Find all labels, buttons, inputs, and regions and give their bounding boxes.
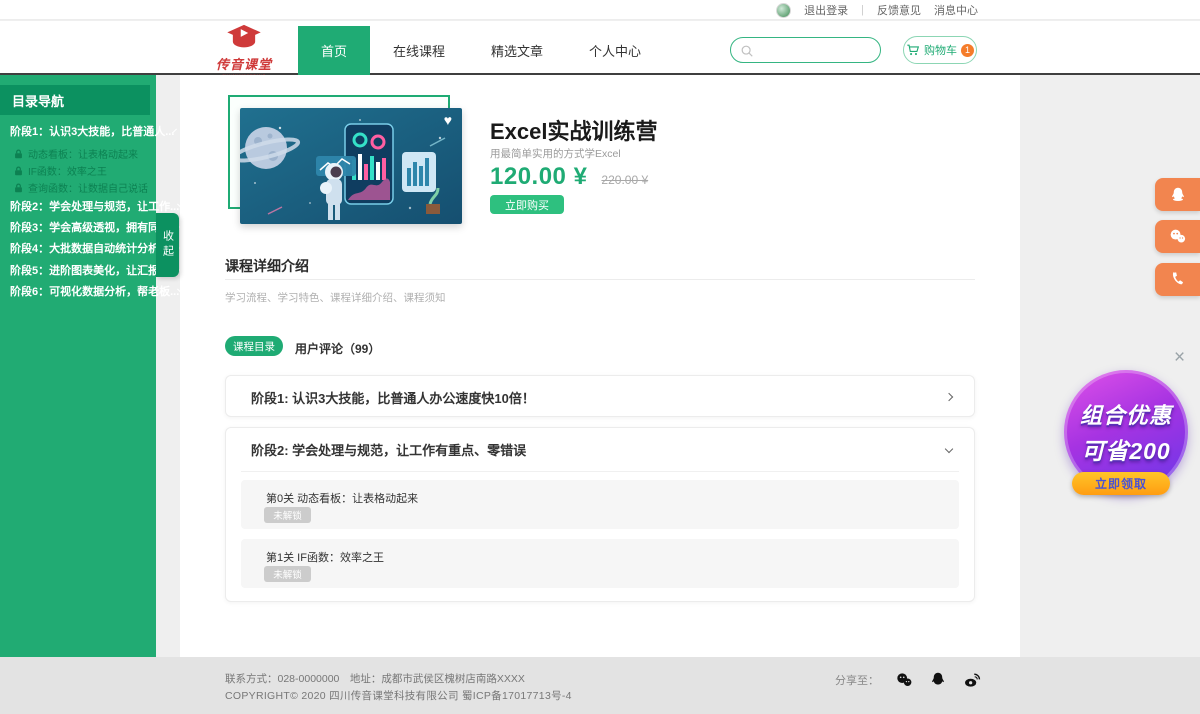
site-logo[interactable]: 传音课堂 CHUANYINKETANG bbox=[214, 24, 274, 78]
sidebar-lesson-2[interactable]: IF函数：效率之王 bbox=[14, 163, 150, 178]
sidebar-stage-3-label: 阶段3：学会高级透视，拥有同时... bbox=[10, 219, 179, 235]
accordion-divider bbox=[241, 471, 959, 472]
topbar-divider: | bbox=[861, 4, 864, 16]
sidebar-lesson-2-label: IF函数：效率之王 bbox=[28, 163, 107, 178]
nav-item-articles[interactable]: 精选文章 bbox=[468, 26, 566, 75]
sidebar-title: 目录导航 bbox=[0, 85, 150, 115]
qq-contact-button[interactable] bbox=[1155, 178, 1200, 211]
course-title: Excel实战训练营 bbox=[490, 114, 658, 146]
course-price: 120.00 ¥ bbox=[490, 163, 587, 191]
topbar: 退出登录 | 反馈意见 消息中心 bbox=[0, 0, 1200, 20]
favorite-heart-icon[interactable]: ♥ bbox=[444, 112, 452, 128]
share-weibo-icon[interactable] bbox=[962, 671, 982, 689]
nav-item-home[interactable]: 首页 bbox=[298, 26, 370, 75]
main-nav: 首页 在线课程 精选文章 个人中心 bbox=[298, 26, 664, 75]
cart-icon bbox=[906, 43, 920, 57]
feedback-link[interactable]: 反馈意见 bbox=[877, 2, 921, 18]
chevron-down-icon bbox=[945, 445, 953, 453]
chevron-right-icon bbox=[945, 393, 953, 401]
lesson-title: 第1关 IF函数：效率之王 bbox=[266, 549, 384, 565]
accordion-stage-1-title: 阶段1: 认识3大技能，比普通人办公速度快10倍！ bbox=[251, 388, 535, 407]
sidebar-stage-3[interactable]: 阶段3：学会高级透视，拥有同时... bbox=[10, 219, 150, 235]
sidebar-stage-2[interactable]: 阶段2：学会处理与规范，让工作... bbox=[10, 198, 150, 214]
accordion-stage-2-title: 阶段2: 学会处理与规范，让工作有重点、零错误 bbox=[251, 440, 526, 459]
sidebar-stage-4-label: 阶段4：大批数据自动统计分析，... bbox=[10, 240, 179, 256]
nav-item-courses[interactable]: 在线课程 bbox=[370, 26, 468, 75]
header: 传音课堂 CHUANYINKETANG 首页 在线课程 精选文章 个人中心 搜索… bbox=[0, 21, 1200, 75]
sidebar-stage-5-label: 阶段5：进阶图表美化，让汇报一... bbox=[10, 262, 179, 278]
lesson-title: 第0关 动态看板：让表格动起来 bbox=[266, 490, 418, 506]
lock-icon bbox=[14, 166, 23, 176]
course-subtitle: 用最简单实用的方式学Excel bbox=[490, 146, 621, 161]
footer-copyright: COPYRIGHT© 2020 四川传音课堂科技有限公司 蜀ICP备170177… bbox=[225, 688, 572, 703]
sidebar-stage-5[interactable]: 阶段5：进阶图表美化，让汇报一... bbox=[10, 262, 150, 278]
page: 退出登录 | 反馈意见 消息中心 传音课堂 CHUANYINKETANG 首页 … bbox=[0, 0, 1200, 714]
share-wechat-icon[interactable] bbox=[894, 671, 914, 689]
share-bar: 分享至： bbox=[835, 671, 982, 689]
user-avatar[interactable] bbox=[776, 3, 791, 18]
lesson-item-0[interactable]: 第0关 动态看板：让表格动起来 未解锁 bbox=[241, 480, 959, 529]
lesson-locked-button[interactable]: 未解锁 bbox=[264, 566, 311, 582]
messages-link[interactable]: 消息中心 bbox=[934, 2, 978, 18]
footer-contact: 联系方式：028-0000000 地址：成都市武侯区槐树店南路XXXX bbox=[225, 671, 525, 686]
sidebar-stage-6[interactable]: 阶段6：可视化数据分析，帮老板... bbox=[10, 283, 150, 299]
sidebar-stage-1[interactable]: 阶段1：认识3大技能，比普通人... bbox=[10, 123, 150, 139]
promo-text-line2: 可省200 bbox=[1081, 432, 1170, 466]
lesson-locked-button[interactable]: 未解锁 bbox=[264, 507, 311, 523]
share-qq-icon[interactable] bbox=[929, 671, 947, 689]
promo-text-line1: 组合优惠 bbox=[1080, 398, 1172, 430]
logout-link[interactable]: 退出登录 bbox=[804, 2, 848, 18]
course-illustration bbox=[240, 108, 462, 224]
share-label: 分享至： bbox=[835, 672, 879, 688]
wechat-contact-button[interactable] bbox=[1155, 220, 1200, 253]
phone-contact-button[interactable] bbox=[1155, 263, 1200, 296]
sidebar-lesson-1[interactable]: 动态看板：让表格动起来 bbox=[14, 146, 150, 161]
footer: 联系方式：028-0000000 地址：成都市武侯区槐树店南路XXXX COPY… bbox=[0, 657, 1200, 714]
sidebar-lesson-1-label: 动态看板：让表格动起来 bbox=[28, 146, 138, 161]
sidebar-stage-4[interactable]: 阶段4：大批数据自动统计分析，... bbox=[10, 240, 150, 256]
promo-claim-button[interactable]: 立即领取 bbox=[1072, 472, 1170, 495]
detail-summary: 学习流程、学习特色、课程详细介绍、课程须知 bbox=[225, 290, 446, 305]
sidebar-lesson-3[interactable]: 查询函数：让数据自己说话 bbox=[14, 180, 150, 195]
course-cover-image[interactable]: ♥ bbox=[240, 108, 462, 224]
price-row: 120.00 ¥ 220.00 ¥ bbox=[490, 163, 648, 191]
tab-user-comments[interactable]: 用户评论（99） bbox=[295, 340, 380, 357]
section-divider bbox=[225, 279, 975, 280]
sidebar-collapse-tab[interactable]: 收起 bbox=[156, 213, 179, 277]
detail-section-title: 课程详细介绍 bbox=[225, 256, 309, 276]
accordion-stage-2: 阶段2: 学会处理与规范，让工作有重点、零错误 第0关 动态看板：让表格动起来 … bbox=[225, 427, 975, 602]
accordion-stage-2-header[interactable]: 阶段2: 学会处理与规范，让工作有重点、零错误 bbox=[251, 428, 952, 470]
sidebar-stage-2-label: 阶段2：学会处理与规范，让工作... bbox=[10, 198, 179, 214]
nav-item-profile[interactable]: 个人中心 bbox=[566, 26, 664, 75]
cart-badge: 1 bbox=[961, 44, 974, 57]
logo-title: 传音课堂 bbox=[214, 54, 274, 73]
promo-close-icon[interactable]: × bbox=[1174, 348, 1185, 367]
qq-icon bbox=[1169, 186, 1187, 204]
logo-icon bbox=[225, 24, 263, 50]
catalog-sidebar: 目录导航 阶段1：认识3大技能，比普通人... 动态看板：让表格动起来 IF函数… bbox=[0, 75, 156, 657]
cart-button[interactable]: 购物车 1 bbox=[903, 36, 977, 64]
lock-icon bbox=[14, 183, 23, 193]
search-box: 搜索 bbox=[730, 37, 881, 63]
sidebar-stage-6-label: 阶段6：可视化数据分析，帮老板... bbox=[10, 283, 179, 299]
lock-icon bbox=[14, 149, 23, 159]
wechat-icon bbox=[1168, 227, 1187, 246]
phone-icon bbox=[1169, 271, 1186, 288]
search-icon bbox=[740, 44, 754, 58]
tab-course-catalog[interactable]: 课程目录 bbox=[225, 336, 283, 356]
buy-now-button[interactable]: 立即购买 bbox=[490, 195, 564, 214]
sidebar-stage-1-label: 阶段1：认识3大技能，比普通人... bbox=[10, 123, 174, 139]
lesson-item-1[interactable]: 第1关 IF函数：效率之王 未解锁 bbox=[241, 539, 959, 588]
course-original-price: 220.00 ¥ bbox=[601, 173, 648, 187]
accordion-stage-1[interactable]: 阶段1: 认识3大技能，比普通人办公速度快10倍！ bbox=[225, 375, 975, 417]
sidebar-lesson-3-label: 查询函数：让数据自己说话 bbox=[28, 180, 148, 195]
cart-label: 购物车 bbox=[924, 42, 957, 58]
